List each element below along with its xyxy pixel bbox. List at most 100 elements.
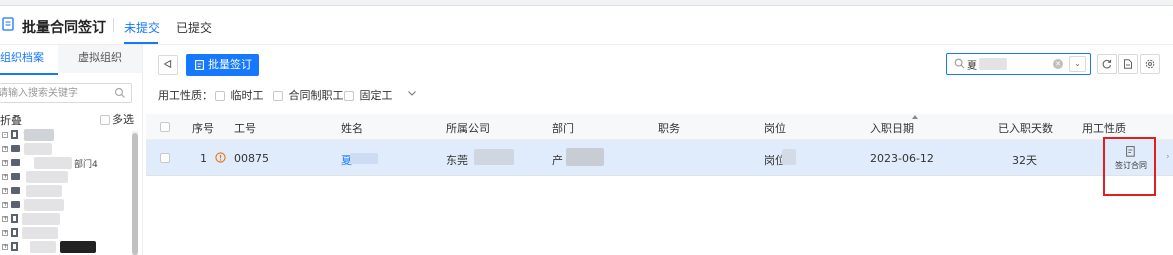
org-tree: - 东 + + 部门4 + + bbox=[0, 129, 128, 255]
collapse-icon[interactable]: - bbox=[2, 132, 8, 138]
filter-option-contract[interactable]: 合同制职工 bbox=[273, 87, 344, 103]
column-header-employment-type: 用工性质 bbox=[1082, 122, 1126, 135]
expand-icon[interactable]: + bbox=[2, 216, 8, 222]
tree-node-label: 部门4 bbox=[74, 160, 98, 170]
redacted-block bbox=[34, 157, 72, 169]
column-header-name: 姓名 bbox=[341, 122, 363, 135]
org-search-field bbox=[0, 83, 132, 103]
select-all-checkbox[interactable] bbox=[160, 122, 170, 132]
table-header: 序号 工号 姓名 所属公司 部门 职务 岗位 入职日期 已入职天数 用工性质 bbox=[146, 114, 1173, 140]
column-header-days-employed: 已入职天数 bbox=[998, 122, 1053, 135]
redacted-block bbox=[22, 213, 60, 225]
folder-icon bbox=[11, 145, 20, 152]
multi-select-checkbox[interactable]: 多选 bbox=[100, 111, 134, 127]
filter-option-label: 合同制职工 bbox=[288, 89, 344, 102]
redacted-block bbox=[782, 149, 796, 165]
redacted-block bbox=[26, 171, 68, 183]
org-search-input[interactable] bbox=[0, 86, 108, 100]
warning-icon[interactable] bbox=[215, 152, 226, 163]
active-tab-indicator bbox=[124, 42, 158, 44]
column-header-hire-date[interactable]: 入职日期 bbox=[870, 120, 914, 136]
filter-option-label: 固定工 bbox=[359, 89, 393, 102]
column-header-employee-id: 工号 bbox=[234, 122, 256, 135]
folder-icon bbox=[11, 201, 20, 208]
sign-contract-button[interactable]: 签订合同 bbox=[1109, 145, 1153, 173]
filter-option-temporary[interactable]: 临时工 bbox=[215, 87, 264, 103]
row-overflow-indicator: › bbox=[1166, 152, 1170, 162]
redacted-block bbox=[24, 143, 52, 155]
sort-asc-icon[interactable] bbox=[912, 115, 918, 119]
row-checkbox[interactable] bbox=[160, 153, 170, 163]
folder-icon bbox=[11, 159, 20, 166]
filter-option-permanent[interactable]: 固定工 bbox=[344, 87, 393, 103]
cell-days-employed: 32天 bbox=[1012, 154, 1037, 167]
tab-virtual-org[interactable]: 虚拟组织 bbox=[58, 45, 142, 73]
checkbox-box bbox=[344, 91, 354, 101]
app-window: 批量合同签订 未提交 已提交 组织档案 虚拟组织 折叠 多选 - 东 bbox=[0, 0, 1173, 255]
redacted-block bbox=[474, 149, 514, 165]
cell-index: 1 bbox=[200, 152, 207, 165]
column-header-index: 序号 bbox=[192, 122, 214, 135]
redacted-block bbox=[24, 199, 64, 211]
header-divider bbox=[113, 18, 114, 32]
tab-unsubmitted[interactable]: 未提交 bbox=[124, 19, 160, 36]
chevron-down-icon[interactable]: ⌄ bbox=[1069, 56, 1086, 72]
employee-search-box[interactable]: 夏 ✕ ⌄ bbox=[946, 53, 1091, 75]
fold-toggle[interactable]: 折叠 bbox=[0, 112, 22, 128]
batch-sign-button[interactable]: 批量签订 bbox=[186, 54, 259, 76]
expand-icon[interactable]: + bbox=[2, 244, 8, 250]
redacted-block bbox=[979, 58, 1007, 70]
expand-icon[interactable]: + bbox=[2, 146, 8, 152]
column-header-position-title: 职务 bbox=[658, 122, 680, 135]
search-value: 夏 bbox=[967, 61, 977, 72]
cell-department: 产 bbox=[552, 154, 563, 167]
expand-icon[interactable]: + bbox=[2, 188, 8, 194]
expand-icon[interactable]: + bbox=[2, 230, 8, 236]
column-header-department: 部门 bbox=[552, 122, 574, 135]
chevron-down-icon[interactable] bbox=[406, 87, 418, 99]
redacted-block bbox=[24, 129, 54, 141]
filter-option-label: 临时工 bbox=[230, 89, 264, 102]
redacted-block bbox=[566, 148, 604, 166]
folder-icon bbox=[11, 173, 20, 180]
org-tree-panel: 组织档案 虚拟组织 折叠 多选 - 东 + + bbox=[0, 45, 143, 255]
column-header-post: 岗位 bbox=[764, 122, 786, 135]
export-button[interactable] bbox=[1118, 54, 1138, 74]
page-header: 批量合同签订 未提交 已提交 bbox=[0, 6, 1173, 45]
folder-icon bbox=[11, 187, 20, 194]
export-icon bbox=[1124, 59, 1132, 69]
table-row[interactable]: 1 00875 夏 东莞 产 岗位 2023-06-12 32天 bbox=[146, 140, 1173, 176]
refresh-icon bbox=[1102, 59, 1112, 69]
settings-button[interactable] bbox=[1140, 54, 1160, 74]
page-title: 批量合同签订 bbox=[22, 20, 106, 36]
search-icon bbox=[954, 58, 965, 69]
cell-employee-id: 00875 bbox=[234, 152, 269, 165]
checkbox-box bbox=[100, 115, 110, 125]
redacted-block bbox=[30, 241, 56, 253]
edit-icon bbox=[195, 60, 204, 70]
cell-hire-date: 2023-06-12 bbox=[870, 152, 934, 165]
building-icon bbox=[11, 242, 18, 251]
cell-company: 东莞 bbox=[446, 154, 468, 167]
refresh-button[interactable] bbox=[1097, 54, 1117, 74]
building-icon bbox=[11, 130, 18, 139]
redacted-block bbox=[22, 227, 58, 239]
expand-icon[interactable]: + bbox=[2, 174, 8, 180]
document-icon bbox=[2, 17, 14, 31]
building-icon bbox=[11, 214, 18, 223]
building-icon bbox=[11, 228, 18, 237]
sign-contract-icon bbox=[1126, 146, 1135, 157]
search-icon bbox=[114, 87, 125, 98]
checkbox-box bbox=[273, 91, 283, 101]
column-header-company: 所属公司 bbox=[446, 122, 490, 135]
tree-scroll-thumb[interactable] bbox=[132, 133, 138, 255]
clear-icon[interactable]: ✕ bbox=[1053, 59, 1063, 69]
tab-submitted[interactable]: 已提交 bbox=[176, 19, 212, 36]
expand-icon[interactable]: + bbox=[2, 202, 8, 208]
redacted-block bbox=[26, 185, 62, 197]
collapse-panel-button[interactable]: ᐊ bbox=[158, 55, 178, 75]
filter-label: 用工性质： bbox=[158, 89, 213, 102]
expand-icon[interactable]: + bbox=[2, 160, 8, 166]
redacted-block bbox=[350, 153, 378, 164]
tab-org-archive[interactable]: 组织档案 bbox=[0, 45, 58, 75]
